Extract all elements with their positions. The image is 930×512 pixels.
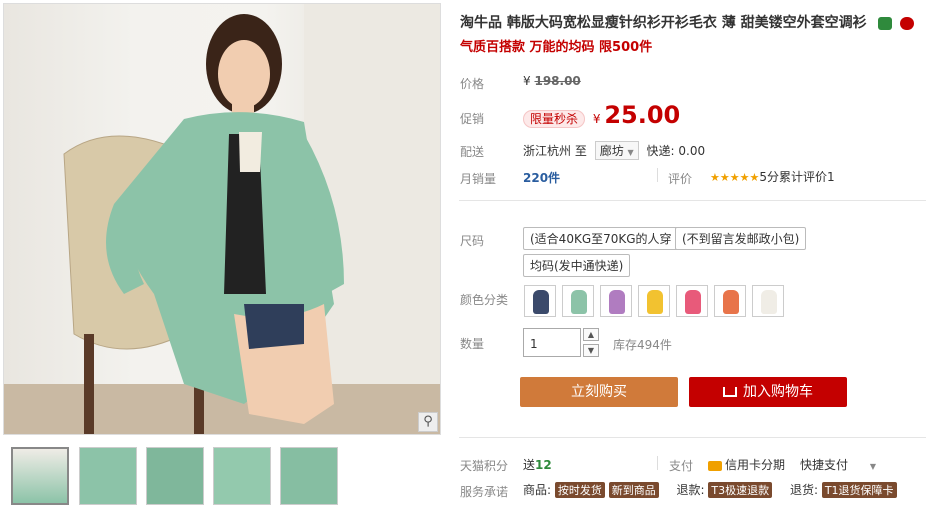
swatch-garment-icon	[685, 290, 701, 314]
promo-label: 促销	[460, 112, 485, 126]
swatch-garment-icon	[761, 290, 777, 314]
shipping-label: 配送	[460, 145, 485, 159]
fast-refund-badge[interactable]: T3极速退款	[708, 482, 773, 498]
points-prefix: 送	[523, 458, 536, 472]
zoom-icon[interactable]: ⚲	[418, 412, 438, 432]
size-option-1[interactable]: (适合40KG至70KG的人穿	[523, 227, 679, 250]
points-value: 12	[535, 458, 552, 472]
divider-line-2	[459, 437, 926, 438]
color-swatch-6[interactable]	[714, 285, 746, 317]
ship-method: 快递: 0.00	[646, 144, 706, 158]
stock-text: 库存494件	[613, 338, 672, 352]
color-label: 颜色分类	[460, 293, 509, 307]
divider-2	[657, 456, 658, 470]
color-swatch-7[interactable]	[752, 285, 784, 317]
credit-installment-text: 信用卡分期	[725, 458, 786, 472]
swatch-garment-icon	[571, 290, 587, 314]
thumbnail-1[interactable]	[11, 447, 69, 505]
points-info: 送12	[523, 456, 552, 473]
quantity-increase-icon[interactable]: ▲	[583, 328, 599, 341]
buy-now-button[interactable]: 立刻购买	[520, 377, 678, 407]
currency-symbol: ¥	[523, 74, 531, 88]
gift-icon	[900, 16, 915, 30]
chevron-down-icon: ▼	[627, 148, 634, 157]
divider	[657, 168, 658, 182]
sales-label: 月销量	[460, 172, 497, 186]
swatch-garment-icon	[647, 290, 663, 314]
quantity-decrease-icon[interactable]: ▼	[583, 344, 599, 357]
color-swatch-4[interactable]	[638, 285, 670, 317]
main-product-image[interactable]: ⚲	[3, 3, 441, 435]
fast-pay[interactable]: 快捷支付 ▼	[800, 456, 876, 473]
service-guarantees: 商品: 按时发货 新到商品 退款: T3极速退款 退货: T1退货保障卡	[523, 481, 897, 498]
sales-value: 220件	[523, 171, 561, 185]
swatch-garment-icon	[533, 290, 549, 314]
credit-installment[interactable]: 信用卡分期	[708, 456, 785, 473]
color-swatch-3[interactable]	[600, 285, 632, 317]
promo-price: 限量秒杀 ¥ 25.00	[523, 101, 680, 129]
thumbnail-5[interactable]	[280, 447, 338, 505]
swatch-garment-icon	[609, 290, 625, 314]
rating-label: 评价	[668, 172, 693, 186]
divider-line	[459, 200, 926, 201]
return-guarantee-badge[interactable]: T1退货保障卡	[821, 482, 897, 498]
goods-label: 商品:	[523, 483, 552, 497]
credit-card-icon	[708, 460, 722, 471]
product-subtitle: 气质百搭款 万能的均码 限500件	[460, 40, 653, 55]
color-swatch-2[interactable]	[562, 285, 594, 317]
cart-icon	[723, 387, 737, 397]
points-label: 天猫积分	[460, 459, 509, 473]
add-to-cart-button[interactable]: 加入购物车	[689, 377, 847, 407]
quantity-label: 数量	[460, 337, 485, 351]
tmall-cat-icon	[877, 16, 892, 30]
size-option-3[interactable]: 均码(发中通快递)	[523, 254, 631, 277]
swatch-garment-icon	[723, 290, 739, 314]
ship-to-word: 至	[574, 144, 587, 158]
destination-value: 廊坊	[599, 144, 624, 158]
new-arrival-badge[interactable]: 新到商品	[608, 482, 659, 498]
chevron-down-icon: ▼	[869, 462, 876, 471]
ship-from: 浙江杭州	[523, 144, 572, 158]
star-rating-icon: ★★★★★	[710, 171, 760, 184]
size-label: 尺码	[460, 234, 485, 248]
refund-label: 退款:	[676, 483, 705, 497]
original-price-value: 198.00	[534, 74, 581, 88]
color-swatch-1[interactable]	[524, 285, 556, 317]
on-time-ship-badge[interactable]: 按时发货	[554, 482, 605, 498]
add-to-cart-label: 加入购物车	[743, 384, 813, 400]
color-swatch-5[interactable]	[676, 285, 708, 317]
flash-sale-badge: 限量秒杀	[523, 110, 586, 128]
promo-price-value: 25.00	[604, 101, 681, 129]
rating-text: 5分累计评价1	[759, 170, 835, 184]
price-label: 价格	[460, 77, 485, 91]
model-photo	[4, 4, 440, 434]
original-price: ¥ 198.00	[523, 74, 581, 88]
rating-info[interactable]: ★★★★★5分累计评价1	[710, 168, 835, 185]
size-option-2[interactable]: (不到留言发邮政小包)	[675, 227, 807, 250]
destination-select[interactable]: 廊坊 ▼	[594, 141, 639, 160]
return-label: 退货:	[789, 483, 818, 497]
product-title: 淘牛品 韩版大码宽松显瘦针织衫开衫毛衣 薄 甜美镂空外套空调衫	[460, 12, 915, 32]
thumbnail-2[interactable]	[79, 447, 137, 505]
thumbnail-4[interactable]	[213, 447, 271, 505]
pay-label: 支付	[669, 459, 694, 473]
shipping-info: 浙江杭州 至 廊坊 ▼ 快递: 0.00	[523, 141, 705, 160]
service-label: 服务承诺	[460, 485, 509, 499]
thumbnail-3[interactable]	[146, 447, 204, 505]
quantity-input[interactable]: 1	[523, 328, 581, 357]
fast-pay-text: 快捷支付	[800, 458, 849, 472]
promo-currency-symbol: ¥	[592, 112, 601, 126]
